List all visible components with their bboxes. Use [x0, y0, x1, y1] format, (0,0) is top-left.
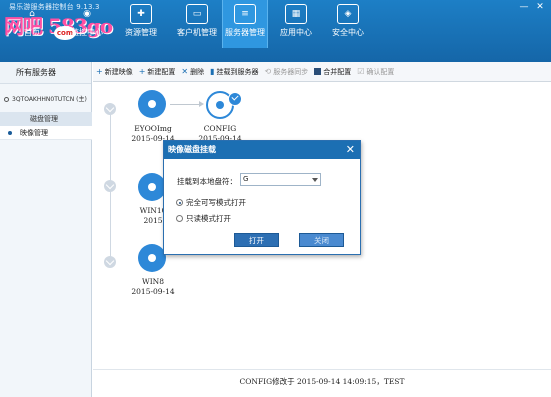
- merge-config-button[interactable]: 合并配置: [314, 67, 351, 77]
- home-icon: ⌂: [29, 9, 35, 19]
- selected-check-icon: [228, 92, 242, 106]
- nav-security-center[interactable]: ◈ 安全中心: [328, 0, 368, 48]
- open-button[interactable]: 打开: [234, 233, 279, 247]
- nav-server-label: 服务器管理: [225, 28, 265, 37]
- disc-image-icon[interactable]: [138, 173, 166, 201]
- dialog-title: 映像磁盘挂载: [168, 145, 216, 154]
- delete-label: 删除: [190, 67, 205, 76]
- confirm-check-icon: ☑: [357, 67, 365, 76]
- server-tree-panel: 所有服务器 3QTOAKHHN0TUTCN (主) 磁盘管理 映像管理: [0, 62, 92, 397]
- mount-disk-dialog: 映像磁盘挂载 ✕ 挂载到本地盘符： G 完全可写模式打开 只读模式打开 打开 关…: [163, 140, 361, 255]
- confirm-config-label: 确认配置: [366, 67, 395, 76]
- top-navigation-bar: 易乐游服务器控制台 9.13.3 — ✕ 网吧 583go com ⌂ 首页 ◉…: [0, 0, 551, 62]
- image-management-item[interactable]: 映像管理: [0, 126, 92, 140]
- monitor-icon: ◉: [83, 9, 91, 19]
- rw-mode-label: 完全可写模式打开: [186, 198, 246, 207]
- drive-letter-label: 挂载到本地盘符：: [177, 177, 237, 186]
- nav-client-label: 客户机管理: [177, 28, 217, 37]
- radio-selected-icon: [176, 199, 183, 206]
- nav-server-management[interactable]: ≡ 服务器管理: [222, 0, 268, 48]
- server-doc-icon: ≡: [234, 4, 256, 24]
- close-button[interactable]: 关闭: [299, 233, 344, 247]
- image-date-label: 2015-09-14: [131, 287, 175, 296]
- server-node-label: 3QTOAKHHN0TUTCN (主): [12, 96, 87, 103]
- plus-icon: +: [96, 67, 103, 76]
- security-icon: ◈: [337, 4, 359, 24]
- chevron-down-icon: [312, 178, 318, 182]
- mount-disk-icon: ▮: [210, 67, 215, 76]
- nav-app-label: 应用中心: [280, 28, 312, 37]
- timeline-collapse-icon[interactable]: [104, 103, 116, 115]
- minimize-button[interactable]: —: [519, 2, 529, 12]
- close-icon[interactable]: ✕: [346, 141, 355, 159]
- sync-icon: ⟲: [264, 67, 272, 76]
- nav-client-management[interactable]: ▭ 客户机管理: [170, 0, 224, 48]
- disc-image-icon[interactable]: [138, 90, 166, 118]
- image-toolbar: + 新建映像 + 新建配置 ✕ 删除 ▮ 挂载到服务器 ⟲ 服务器同步 合并配置 ☑ 确认配…: [93, 62, 551, 82]
- client-pc-icon: ▭: [186, 4, 208, 24]
- rw-mode-option[interactable]: 完全可写模式打开: [176, 197, 246, 208]
- mount-to-server-label: 挂载到服务器: [216, 67, 259, 76]
- image-management-label: 映像管理: [20, 129, 48, 137]
- nav-monitor-center[interactable]: ◉ 监控中心: [64, 0, 110, 48]
- dialog-title-bar: 映像磁盘挂载 ✕: [164, 141, 360, 159]
- image-name-label: EYOOImg: [134, 124, 172, 133]
- image-name-label: CONFIG: [203, 124, 237, 133]
- merge-config-label: 合并配置: [323, 67, 352, 76]
- server-sync-label: 服务器同步: [273, 67, 309, 76]
- drive-letter-select[interactable]: G: [240, 173, 321, 186]
- mount-to-server-button[interactable]: ▮ 挂载到服务器: [210, 67, 258, 77]
- window-controls: — ✕: [519, 2, 545, 12]
- confirm-config-button[interactable]: ☑ 确认配置: [357, 67, 394, 77]
- disk-management-group[interactable]: 磁盘管理: [0, 112, 92, 126]
- radio-unselected-icon: [176, 215, 183, 222]
- new-config-button[interactable]: + 新建配置: [139, 67, 176, 77]
- server-node[interactable]: 3QTOAKHHN0TUTCN (主): [0, 92, 92, 108]
- nav-monitor-label: 监控中心: [71, 28, 103, 37]
- server-node-icon: [4, 97, 9, 102]
- nav-home-label: 首页: [24, 28, 40, 37]
- nav-home[interactable]: ⌂ 首页: [14, 0, 50, 48]
- ro-mode-label: 只读模式打开: [186, 214, 231, 223]
- nav-security-label: 安全中心: [332, 28, 364, 37]
- all-servers-header[interactable]: 所有服务器: [0, 62, 91, 84]
- arrow-head-icon: [199, 101, 204, 107]
- status-text: CONFIG修改于 2015-09-14 14:09:15，TEST: [239, 377, 405, 386]
- timeline-collapse-icon[interactable]: [104, 256, 116, 268]
- nav-resource-management[interactable]: ✚ 资源管理: [118, 0, 164, 48]
- active-bullet-icon: [8, 131, 12, 135]
- new-config-label: 新建配置: [147, 67, 176, 76]
- status-divider: [93, 369, 551, 370]
- app-center-icon: ▦: [285, 4, 307, 24]
- nav-app-center[interactable]: ▦ 应用中心: [276, 0, 316, 48]
- timeline-collapse-icon[interactable]: [104, 180, 116, 192]
- disc-image-icon[interactable]: [138, 244, 166, 272]
- gamepad-icon: ✚: [130, 4, 152, 24]
- plus-icon: +: [138, 67, 146, 76]
- merge-checkbox-icon: [314, 68, 322, 75]
- new-image-label: 新建映像: [104, 67, 133, 76]
- new-image-button[interactable]: + 新建映像: [96, 67, 133, 77]
- ro-mode-option[interactable]: 只读模式打开: [176, 213, 231, 224]
- image-name-label: WIN8: [141, 277, 164, 286]
- arrow-connector: [170, 104, 202, 105]
- drive-letter-value: G: [243, 175, 249, 183]
- delete-x-icon: ✕: [181, 67, 189, 76]
- server-sync-button[interactable]: ⟲ 服务器同步: [265, 67, 309, 77]
- close-window-button[interactable]: ✕: [535, 2, 545, 12]
- delete-button[interactable]: ✕ 删除: [181, 67, 204, 77]
- nav-resource-label: 资源管理: [125, 28, 157, 37]
